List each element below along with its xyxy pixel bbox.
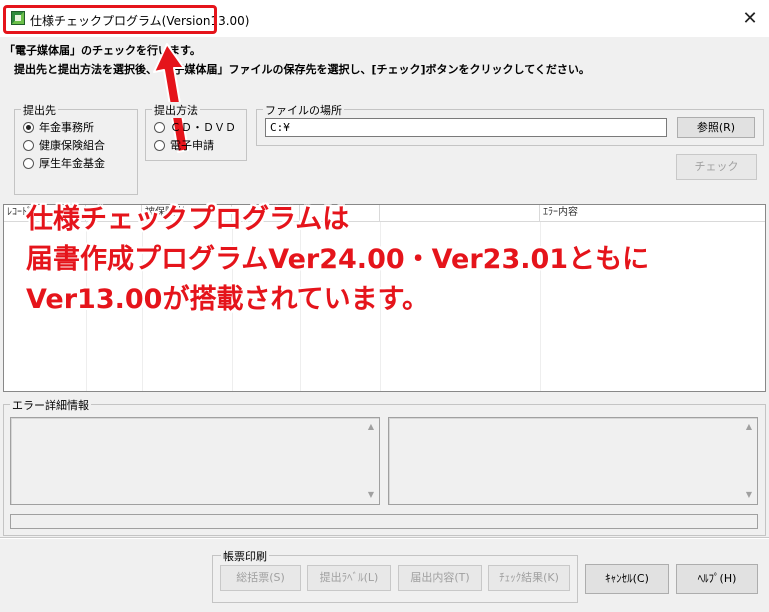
- radio-circle: [154, 121, 165, 133]
- report-print-label: 帳票印刷: [221, 548, 269, 564]
- submission-method-label: 提出方法: [152, 102, 200, 118]
- submission-method-group: 提出方法 ＣＤ・ＤＶＤ 電子申請: [145, 102, 247, 161]
- submission-target-group: 提出先 年金事務所 健康保険組合 厚生年金基金: [14, 102, 138, 195]
- radio-circle: [23, 139, 34, 151]
- radio-label: 健康保険組合: [39, 139, 105, 152]
- error-detail-left-textbox[interactable]: ▲ ▼: [10, 417, 380, 505]
- scroll-down-icon[interactable]: ▼: [365, 489, 377, 501]
- radio-label: ＣＤ・ＤＶＤ: [170, 121, 236, 134]
- file-location-label: ファイルの場所: [263, 102, 344, 118]
- radio-label: 厚生年金基金: [39, 157, 105, 170]
- scroll-up-icon[interactable]: ▲: [365, 421, 377, 433]
- divider: [0, 538, 769, 539]
- radio-pension-office[interactable]: 年金事務所: [23, 120, 94, 134]
- radio-e-application[interactable]: 電子申請: [154, 138, 214, 152]
- annotation-line-1: 仕様チェックプログラムは: [26, 204, 350, 235]
- browse-button[interactable]: 参照(R): [677, 117, 755, 138]
- file-path-input[interactable]: [265, 118, 667, 137]
- summary-sheet-button[interactable]: 総括票(S): [220, 565, 301, 591]
- title-bar[interactable]: 仕様チェックプログラム(Version13.00) ✕: [0, 0, 769, 37]
- notification-content-button[interactable]: 届出内容(T): [398, 565, 482, 591]
- scroll-down-icon[interactable]: ▼: [743, 489, 755, 501]
- radio-circle: [23, 157, 34, 169]
- radio-health-insurance[interactable]: 健康保険組合: [23, 138, 105, 152]
- file-location-group: ファイルの場所 参照(R): [256, 102, 764, 146]
- radio-label: 電子申請: [170, 139, 214, 152]
- submission-label-button[interactable]: 提出ﾗﾍﾞﾙ(L): [307, 565, 391, 591]
- error-detail-label: エラー詳細情報: [10, 397, 91, 413]
- help-button[interactable]: ﾍﾙﾌﾟ(H): [676, 564, 758, 594]
- radio-circle: [154, 139, 165, 151]
- radio-circle: [23, 121, 34, 133]
- app-window: 仕様チェックプログラム(Version13.00) ✕ 「電子媒体届」のチェック…: [0, 0, 769, 612]
- cancel-button[interactable]: ｷｬﾝｾﾙ(C): [585, 564, 669, 594]
- radio-cd-dvd[interactable]: ＣＤ・ＤＶＤ: [154, 120, 236, 134]
- title-highlight-box: [3, 5, 217, 34]
- submission-target-label: 提出先: [21, 102, 58, 118]
- instruction-line-2: 提出先と提出方法を選択後、「電子媒体届」ファイルの保存先を選択し、[チェック]ボ…: [14, 63, 590, 76]
- progress-bar: [10, 514, 758, 529]
- error-detail-right-textbox[interactable]: ▲ ▼: [388, 417, 758, 505]
- radio-pension-fund[interactable]: 厚生年金基金: [23, 156, 105, 170]
- check-result-button[interactable]: ﾁｪｯｸ結果(K): [488, 565, 570, 591]
- check-button[interactable]: チェック: [676, 154, 757, 180]
- radio-label: 年金事務所: [39, 121, 94, 134]
- annotation-line-2: 届書作成プログラムVer24.00・Ver23.01ともに: [26, 244, 650, 275]
- annotation-line-3: Ver13.00が搭載されています。: [26, 284, 429, 315]
- close-button[interactable]: ✕: [730, 4, 769, 34]
- annotation-text: 仕様チェックプログラムは 届書作成プログラムVer24.00・Ver23.01と…: [26, 200, 649, 320]
- scroll-up-icon[interactable]: ▲: [743, 421, 755, 433]
